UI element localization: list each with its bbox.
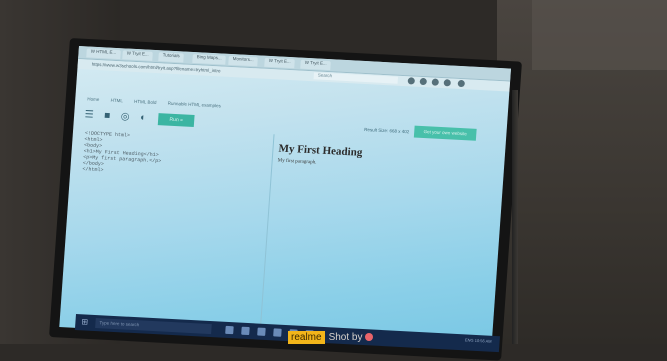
nav-item[interactable]: HTML: [110, 98, 123, 104]
monitor: W HTML E... W Tryit E... Tutorials Bing …: [0, 0, 667, 361]
system-tray[interactable]: ENG 10:56 AM: [465, 337, 492, 343]
nav-item[interactable]: Runnable HTML examples: [168, 101, 221, 109]
edge-icon[interactable]: [241, 326, 250, 336]
library-icon[interactable]: [419, 77, 428, 86]
extension-icon[interactable]: [443, 79, 452, 87]
run-button[interactable]: Run »: [157, 113, 195, 128]
browser-tab[interactable]: W Tryit E...: [122, 50, 153, 61]
store-icon[interactable]: [273, 328, 282, 337]
hamburger-icon[interactable]: ☰: [84, 109, 95, 120]
downloads-icon[interactable]: [407, 77, 416, 85]
menu-icon[interactable]: [457, 79, 466, 88]
nav-item[interactable]: HTML Bold: [134, 99, 157, 105]
result-size-label: Result Size: 668 x 402: [364, 126, 410, 135]
code-editor[interactable]: <!DOCTYPE html> <html> <body> <h1>My Fir…: [73, 130, 271, 319]
browser-tab[interactable]: Monitors...: [228, 55, 258, 67]
browser-tab[interactable]: Bing Maps...: [192, 53, 226, 65]
watermark-brand: realme: [288, 331, 325, 344]
taskbar-search-input[interactable]: Type here to search: [95, 318, 212, 335]
theme-icon[interactable]: ◎: [120, 111, 131, 122]
browser-tab[interactable]: Tutorials: [158, 52, 184, 63]
monitor-stand: [512, 90, 518, 344]
nav-item[interactable]: Home: [87, 96, 99, 102]
file-explorer-icon[interactable]: [257, 327, 266, 336]
browser-tab[interactable]: W Tryit E...: [300, 59, 331, 71]
account-icon[interactable]: [431, 78, 440, 86]
watermark-text: Shot by: [328, 332, 363, 343]
camera-watermark: realme Shot by: [288, 331, 373, 344]
browser-tab[interactable]: W HTML E...: [86, 48, 121, 60]
monitor-screen: W HTML E... W Tryit E... Tutorials Bing …: [59, 46, 511, 350]
task-view-icon[interactable]: [225, 325, 234, 335]
browser-tab[interactable]: W Tryit E...: [264, 57, 295, 69]
get-website-button[interactable]: Get your own website: [413, 125, 477, 141]
watermark-dot-icon: [364, 333, 373, 342]
rotate-icon[interactable]: ◐: [138, 112, 149, 123]
result-pane: My First Heading My first paragraph.: [267, 140, 500, 331]
windows-start-icon[interactable]: ⊞: [81, 317, 90, 326]
save-icon[interactable]: ■: [102, 110, 113, 121]
